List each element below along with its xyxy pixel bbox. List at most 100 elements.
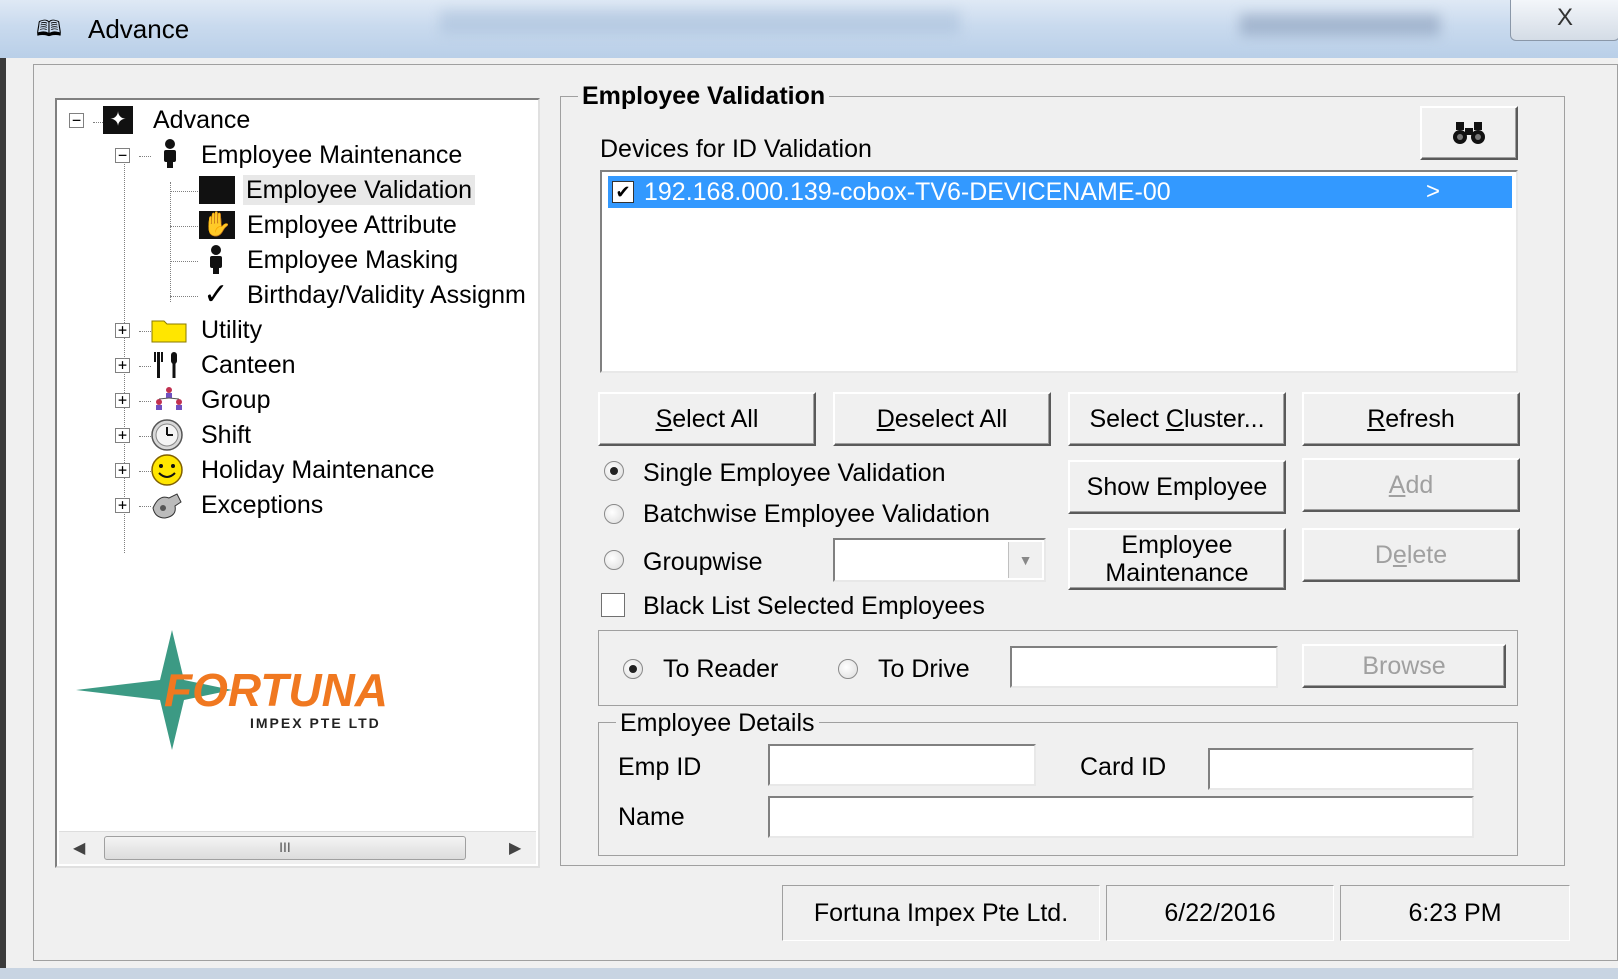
blacklist-checkbox[interactable] <box>601 593 625 617</box>
browse-button[interactable]: Browse <box>1302 644 1506 688</box>
to-reader-label: To Reader <box>663 655 779 683</box>
collapse-toggle[interactable]: − <box>69 113 84 128</box>
navigation-tree[interactable]: − ✦ Advance − Employee Maintenance Emplo… <box>55 98 540 868</box>
deselect-all-button[interactable]: Deselect All <box>833 392 1051 446</box>
refresh-button[interactable]: Refresh <box>1302 392 1520 446</box>
tree-item-employee-masking[interactable]: Employee Masking <box>247 245 458 275</box>
tree-item-exceptions[interactable]: Exceptions <box>201 490 323 520</box>
single-validation-radio[interactable] <box>604 461 624 481</box>
book-icon: 🕮 <box>36 16 62 41</box>
find-button[interactable] <box>1420 106 1518 160</box>
tree-item-employee-attribute[interactable]: Employee Attribute <box>247 210 457 240</box>
device-list-item[interactable]: ✔ 192.168.000.139-cobox-TV6-DEVICENAME-0… <box>608 176 1512 208</box>
devices-listbox[interactable]: ✔ 192.168.000.139-cobox-TV6-DEVICENAME-0… <box>600 170 1518 373</box>
scroll-right-icon[interactable]: ▶ <box>509 838 521 858</box>
name-input[interactable] <box>768 796 1474 838</box>
name-label: Name <box>618 803 685 831</box>
expand-toggle[interactable]: + <box>115 428 130 443</box>
status-company: Fortuna Impex Pte Ltd. <box>782 885 1100 941</box>
emp-id-label: Emp ID <box>618 753 702 781</box>
groupwise-label: Groupwise <box>643 548 763 576</box>
add-button[interactable]: Add <box>1302 458 1520 512</box>
chevron-down-icon[interactable]: ▼ <box>1008 542 1042 578</box>
group-select[interactable]: ▼ <box>833 538 1046 582</box>
card-id-input[interactable] <box>1208 748 1474 790</box>
expand-toggle[interactable]: + <box>115 393 130 408</box>
scroll-thumb[interactable]: III <box>104 836 466 860</box>
tree-item-canteen[interactable]: Canteen <box>201 350 296 380</box>
title-bar[interactable]: 🕮 Advance X <box>0 0 1618 58</box>
title-blur-a <box>440 10 960 34</box>
status-time: 6:23 PM <box>1340 885 1570 941</box>
tree-line <box>139 331 151 332</box>
folder-icon <box>151 315 187 345</box>
tree-line <box>170 296 198 297</box>
tree-item-utility[interactable]: Utility <box>201 315 262 345</box>
emp-id-input[interactable] <box>768 744 1036 786</box>
tree-line <box>93 122 103 123</box>
employee-details-title: Employee Details <box>616 709 819 738</box>
employee-maintenance-line1: Employee <box>1121 531 1233 559</box>
tree-line <box>170 226 198 227</box>
expand-toggle[interactable]: + <box>115 323 130 338</box>
group-title: Employee Validation <box>578 82 830 111</box>
tree-item-birthday-validity[interactable]: Birthday/Validity Assignm <box>247 280 526 310</box>
logo-subtitle: IMPEX PTE LTD <box>250 715 381 731</box>
scroll-left-icon[interactable]: ◀ <box>73 838 85 858</box>
tree-line <box>170 191 198 192</box>
expand-toggle[interactable]: + <box>115 463 130 478</box>
scroll-grip: III <box>279 839 291 855</box>
expand-toggle[interactable]: + <box>115 358 130 373</box>
single-validation-label: Single Employee Validation <box>643 459 946 487</box>
logo-name: FORTUNA <box>164 664 388 716</box>
batchwise-validation-label: Batchwise Employee Validation <box>643 500 990 528</box>
to-drive-radio[interactable] <box>838 659 858 679</box>
show-employee-button[interactable]: Show Employee <box>1068 460 1286 514</box>
binoculars-icon <box>1453 122 1485 144</box>
close-button[interactable]: X <box>1510 0 1618 41</box>
blacklist-label: Black List Selected Employees <box>643 592 985 620</box>
select-all-button[interactable]: Select All <box>598 392 816 446</box>
card-id-label: Card ID <box>1080 753 1167 781</box>
tree-horizontal-scrollbar[interactable]: ◀ III ▶ <box>59 831 536 864</box>
tree-item-advance[interactable]: Advance <box>153 105 250 135</box>
expand-toggle[interactable]: + <box>115 498 130 513</box>
person-run-icon: ✦ <box>103 106 133 134</box>
tree-item-employee-maintenance[interactable]: Employee Maintenance <box>201 140 462 170</box>
fortuna-logo: FORTUNA IMPEX PTE LTD <box>72 628 502 758</box>
tree-line <box>170 261 198 262</box>
exceptions-icon <box>149 490 183 520</box>
groupwise-radio[interactable] <box>604 550 624 570</box>
devices-label: Devices for ID Validation <box>600 135 872 163</box>
validation-icon <box>199 176 235 204</box>
to-reader-radio[interactable] <box>623 659 643 679</box>
application-window: 🕮 Advance X − ✦ Advance − Employee Maint… <box>0 0 1618 979</box>
tree-item-employee-validation[interactable]: Employee Validation <box>243 175 476 205</box>
tree-line <box>139 366 151 367</box>
tree-line <box>170 182 171 302</box>
batchwise-validation-radio[interactable] <box>604 504 624 524</box>
to-drive-label: To Drive <box>878 655 970 683</box>
delete-button[interactable]: De lete <box>1302 528 1520 582</box>
drive-path-input[interactable] <box>1010 646 1278 688</box>
collapse-toggle[interactable]: − <box>115 148 130 163</box>
tree-item-shift[interactable]: Shift <box>201 420 251 450</box>
employee-maintenance-button[interactable]: Employee Maintenance <box>1068 528 1286 590</box>
tree-line <box>124 148 125 553</box>
cutlery-icon <box>151 350 185 380</box>
window-left-border <box>0 58 6 979</box>
tree-item-holiday-maintenance[interactable]: Holiday Maintenance <box>201 455 434 485</box>
tree-item-group[interactable]: Group <box>201 385 270 415</box>
device-label: 192.168.000.139-cobox-TV6-DEVICENAME-00 <box>644 178 1171 206</box>
employee-maintenance-line2: Maintenance <box>1105 559 1249 587</box>
device-checkbox[interactable]: ✔ <box>612 181 634 203</box>
person-icon <box>153 138 187 168</box>
device-suffix: > <box>1425 178 1440 205</box>
select-cluster-button[interactable]: Select Cluster... <box>1068 392 1286 446</box>
smiley-icon <box>149 453 183 486</box>
window-bottom-border <box>0 968 1618 979</box>
checkmark-icon: ✓ <box>203 278 229 311</box>
status-date: 6/22/2016 <box>1106 885 1334 941</box>
tree-line <box>139 156 151 157</box>
title-blur-b <box>1240 14 1440 36</box>
